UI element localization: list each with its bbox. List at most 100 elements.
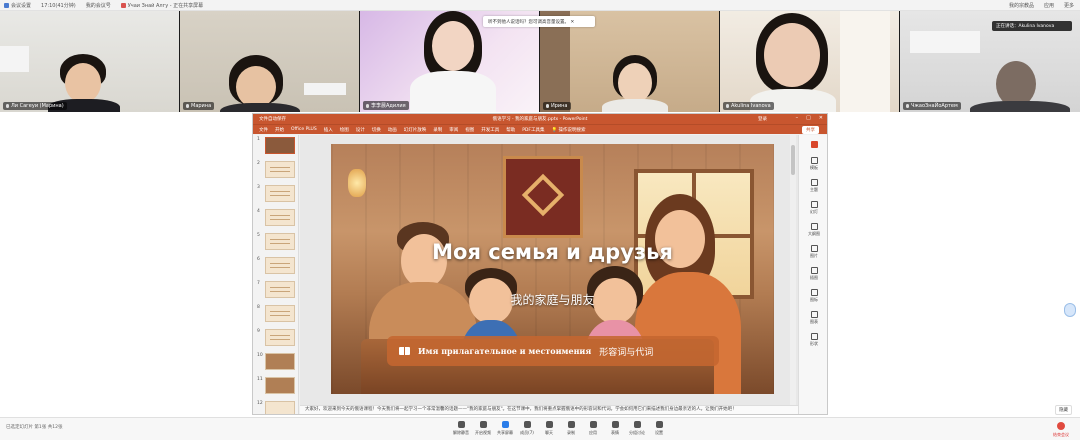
reactions-button[interactable]: 表情 <box>604 421 626 436</box>
end-meeting-button[interactable]: 结束会议 <box>1050 422 1072 438</box>
ribbon-tab[interactable]: 帮助 <box>506 127 515 133</box>
ppt-ribbon-tabs: 文件 开始 Office PLUS 插入 绘图 设计 切换 动画 幻灯片放映 录… <box>253 124 827 134</box>
slide-thumbnail[interactable] <box>265 209 295 226</box>
settings-icon <box>4 3 9 8</box>
meeting-toolbar: 已选定幻灯片 第1张 共12张 解除静音 开启视频 共享屏幕 成员(7) 聊天 … <box>0 417 1080 440</box>
close-icon[interactable]: ✕ <box>570 20 574 25</box>
slide-thumbnail[interactable] <box>265 353 295 370</box>
panel-item-templates[interactable]: 模板 <box>799 157 827 171</box>
unmute-button[interactable]: 解除静音 <box>450 421 472 436</box>
ribbon-tab[interactable]: 动画 <box>388 127 397 133</box>
slide-thumbnail[interactable] <box>265 281 295 298</box>
ribbon-tab[interactable]: PDF工具集 <box>522 127 544 133</box>
breakout-icon <box>633 421 641 428</box>
panel-item-icons[interactable]: 图标 <box>799 289 827 303</box>
settings-button[interactable]: 设置 <box>648 421 670 436</box>
ribbon-tab[interactable]: Office PLUS <box>291 127 317 132</box>
participant-name: Ирина <box>543 102 571 110</box>
current-slide[interactable]: Моя семья и друзья 我的家庭与朋友 Имя прилагате… <box>331 144 774 394</box>
participant-tile[interactable]: Марина <box>180 11 359 112</box>
mic-icon <box>726 103 729 108</box>
slide-title[interactable]: Моя семья и друзья <box>331 240 774 264</box>
book-icon <box>399 347 410 355</box>
slide-thumbnail[interactable] <box>265 185 295 202</box>
participant-name: 李李晨Адилия <box>363 101 409 110</box>
apps-button[interactable]: 应用 <box>582 421 604 436</box>
vertical-scrollbar[interactable] <box>790 135 796 405</box>
speaker-notes[interactable]: 大家好，欢迎来到今天的俄语课程！今天我们将一起学习一个非常温馨的话题——"我的家… <box>300 405 798 414</box>
image-icon <box>810 245 818 252</box>
share-screen-button[interactable]: 共享屏幕 <box>494 421 516 436</box>
participant-name: Akulina Ivanova <box>723 102 774 110</box>
meeting-settings-button[interactable]: 会议设置 <box>4 2 31 9</box>
slide-thumbnail[interactable] <box>265 233 295 250</box>
lightbulb-icon: 💡 <box>551 127 558 133</box>
audio-tip-toast[interactable]: 听不到他人说话吗？您可调高音量设置。 ✕ <box>483 16 595 27</box>
slide-thumbnail[interactable] <box>265 401 295 414</box>
ribbon-tab[interactable]: 开始 <box>275 127 284 133</box>
slide-subtitle[interactable]: 我的家庭与朋友 <box>331 291 774 308</box>
ribbon-tab[interactable]: 开发工具 <box>481 127 499 133</box>
panel-item-shapes[interactable]: 形状 <box>799 333 827 347</box>
mic-icon <box>906 103 909 108</box>
participant-tile[interactable]: Ли Сагеуи (Марина) <box>0 11 179 112</box>
shared-powerpoint-window: 文件自动保存 俄语学习 - 我的家庭与朋友.pptx - PowerPoint … <box>252 113 828 415</box>
emoji-icon <box>611 421 619 428</box>
slide-status: 已选定幻灯片 第1张 共12张 <box>6 425 63 430</box>
record-icon <box>567 421 575 428</box>
breakout-button[interactable]: 分组讨论 <box>626 421 648 436</box>
panel-item-pictures[interactable]: 图片 <box>799 245 827 259</box>
participant-name: Марина <box>183 102 215 110</box>
mic-icon <box>366 103 369 108</box>
slide-topic-banner[interactable]: Имя прилагательное и местоимения 形容词与代词 <box>387 336 719 366</box>
slide-editing-canvas[interactable]: Моя семья и друзья 我的家庭与朋友 Имя прилагате… <box>300 135 798 405</box>
topbar-button-1[interactable]: 我的宗教品 <box>1009 2 1034 9</box>
panel-item-outline[interactable]: 大纲图 <box>799 223 827 237</box>
meeting-id-button[interactable]: 我的会议号 <box>86 2 111 9</box>
slide-thumbnail[interactable] <box>265 257 295 274</box>
slide-thumbnail[interactable] <box>265 377 295 394</box>
close-window-icon[interactable]: ✕ <box>819 115 823 121</box>
record-button[interactable]: 录制 <box>560 421 582 436</box>
ribbon-tab[interactable]: 绘图 <box>340 127 349 133</box>
start-video-button[interactable]: 开启视频 <box>472 421 494 436</box>
chat-button[interactable]: 聊天 <box>538 421 560 436</box>
logo-icon <box>810 141 818 148</box>
floating-assistant-icon[interactable] <box>1064 303 1076 317</box>
ribbon-tab[interactable]: 插入 <box>324 127 333 133</box>
slide-thumbnail[interactable] <box>265 161 295 178</box>
minimize-icon[interactable]: – <box>796 115 799 121</box>
ribbon-tab[interactable]: 幻灯片放映 <box>404 127 427 133</box>
gear-icon <box>655 421 663 428</box>
ribbon-tab[interactable]: 视图 <box>465 127 474 133</box>
camera-icon <box>479 421 487 428</box>
ppt-login[interactable]: 登录 <box>758 116 767 122</box>
topbar-button-apps[interactable]: 应用 <box>1044 2 1054 9</box>
panel-item-slides[interactable]: 幻灯 <box>799 201 827 215</box>
slide-thumbnail[interactable] <box>265 305 295 322</box>
share-button[interactable]: 共享 <box>802 126 819 134</box>
slide-thumbnail[interactable] <box>265 329 295 346</box>
panel-item-illustrations[interactable]: 插图 <box>799 267 827 281</box>
participants-button[interactable]: 成员(7) <box>516 421 538 436</box>
ribbon-tab[interactable]: 录制 <box>433 127 442 133</box>
mic-icon <box>546 103 549 108</box>
hide-toolbar-button[interactable]: 隐藏 <box>1055 405 1072 415</box>
ribbon-tab[interactable]: 审阅 <box>449 127 458 133</box>
icons-icon <box>810 289 818 296</box>
ppt-titlebar: 文件自动保存 俄语学习 - 我的家庭与朋友.pptx - PowerPoint … <box>253 114 827 124</box>
participant-name: Ли Сагеуи (Марина) <box>3 102 67 110</box>
slide-thumbnail[interactable] <box>265 137 295 154</box>
ribbon-tab[interactable]: 设计 <box>356 127 365 133</box>
participant-tile-active[interactable]: Akulina Ivanova <box>720 11 899 112</box>
tell-me-search[interactable]: 💡 操作说明搜索 <box>552 127 586 133</box>
panel-item-charts[interactable]: 图表 <box>799 311 827 325</box>
template-icon <box>810 157 818 164</box>
office-plus-logo[interactable] <box>799 141 827 149</box>
ribbon-tab[interactable]: 文件 <box>259 127 268 133</box>
topbar-button-more[interactable]: 更多 <box>1064 2 1074 9</box>
ribbon-tab[interactable]: 切换 <box>372 127 381 133</box>
maximize-icon[interactable]: □ <box>806 115 811 121</box>
participant-name: ЧжаоЗнаЙоАртем <box>903 102 961 110</box>
panel-item-theme[interactable]: 主题 <box>799 179 827 193</box>
